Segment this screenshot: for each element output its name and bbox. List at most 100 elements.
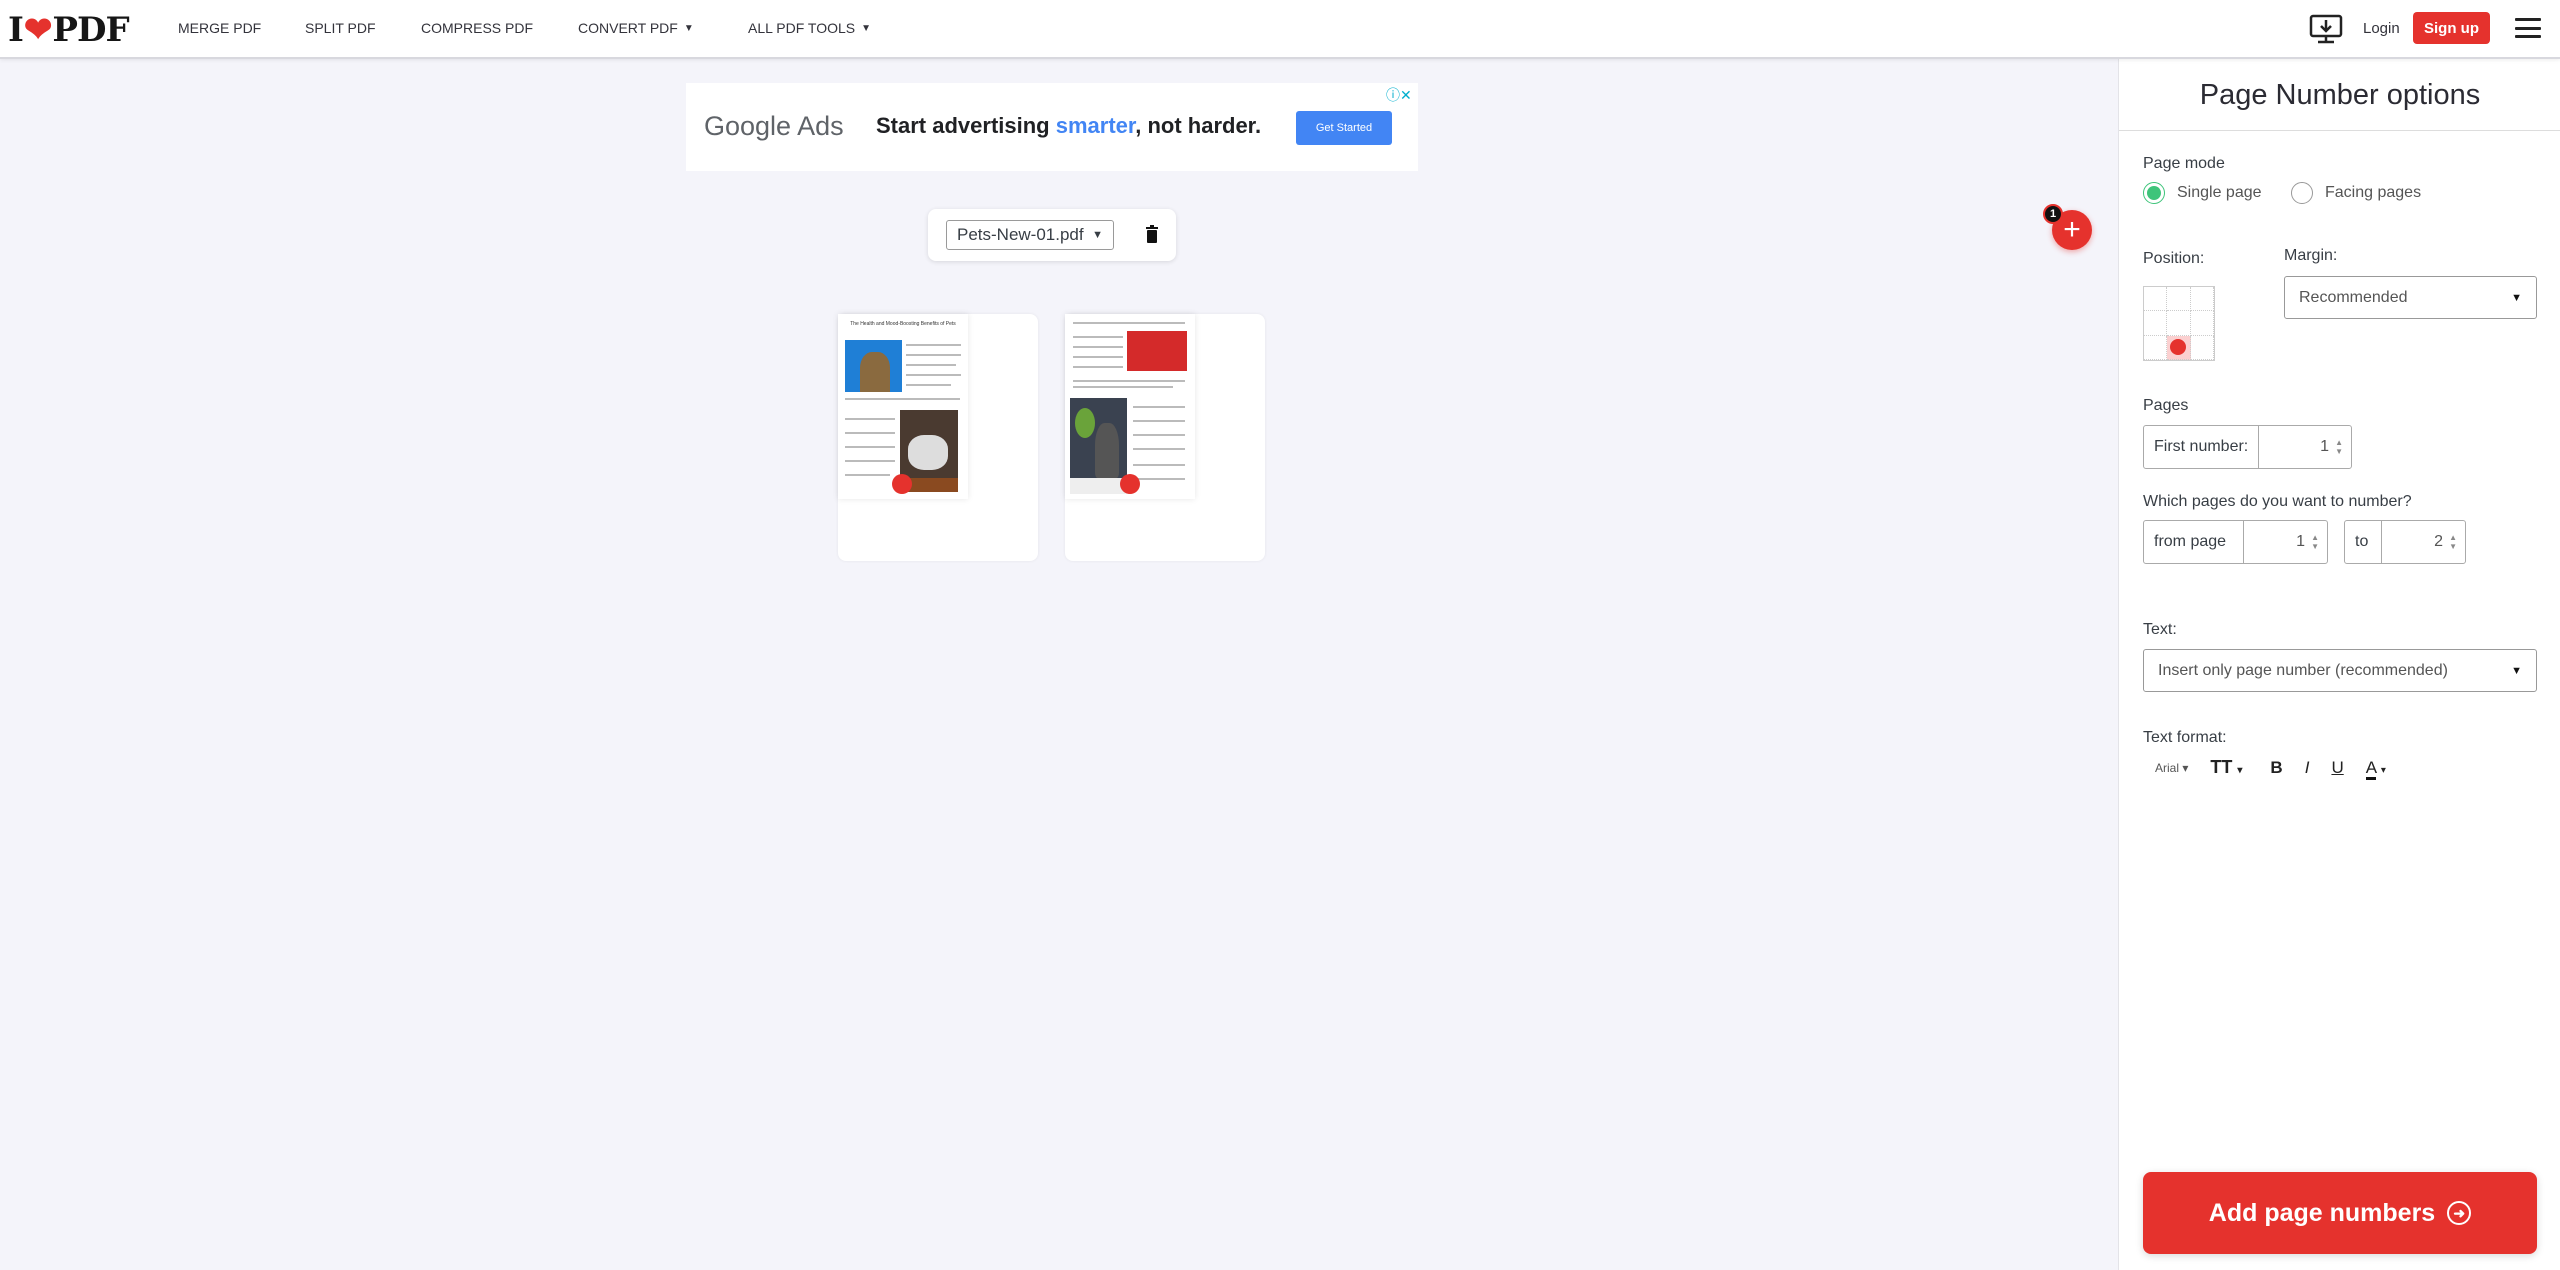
select-value: Recommended (2299, 288, 2408, 306)
font-family-dropdown[interactable]: Arial ▾ (2155, 761, 2188, 775)
position-bottom-left[interactable] (2144, 335, 2168, 360)
from-page-stepper[interactable]: from page 1 ▲ ▼ (2143, 520, 2328, 564)
nav-label: SPLIT PDF (305, 20, 376, 36)
position-top-right[interactable] (2190, 287, 2214, 312)
nav-label: MERGE PDF (178, 20, 262, 36)
nav-label: COMPRESS PDF (421, 20, 534, 36)
radio-checked-icon (2143, 182, 2165, 204)
text-format-label: Text format: (2143, 729, 2227, 746)
pages-label: Pages (2143, 397, 2189, 414)
text-mode-select[interactable]: Insert only page number (recommended) ▼ (2143, 649, 2537, 692)
page-thumbnail-1[interactable]: The Health and Mood-Boosting Benefits of… (838, 314, 1038, 561)
arrow-right-circle-icon: ➜ (2447, 1201, 2472, 1225)
stepper-value[interactable]: 2 (2434, 533, 2443, 551)
spinner-arrows-icon[interactable]: ▲ ▼ (2449, 533, 2457, 551)
trash-icon[interactable] (1146, 225, 1158, 243)
signup-button[interactable]: Sign up (2413, 12, 2490, 44)
margin-select[interactable]: Recommended ▼ (2284, 276, 2537, 319)
radio-unchecked-icon (2291, 182, 2313, 204)
ad-text: , not harder. (1135, 113, 1262, 138)
ad-info-close-icon[interactable]: ⓘ✕ (1386, 85, 1412, 105)
desktop-download-icon[interactable] (2309, 14, 2343, 44)
heart-icon: ❤ (23, 10, 52, 50)
login-link[interactable]: Login (2363, 20, 2400, 37)
position-bottom-right[interactable] (2190, 335, 2214, 360)
ad-get-started-button[interactable]: Get Started (1296, 111, 1392, 145)
italic-button[interactable]: I (2305, 758, 2310, 778)
margin-label: Margin: (2284, 247, 2338, 264)
page-preview: The Health and Mood-Boosting Benefits of… (838, 314, 968, 499)
hamburger-menu-icon[interactable] (2515, 18, 2541, 38)
stepper-value[interactable]: 1 (2296, 533, 2305, 551)
text-label: Text: (2143, 621, 2177, 638)
radio-label: Facing pages (2325, 184, 2422, 201)
file-select[interactable]: Pets-New-01.pdf ▼ (946, 220, 1114, 250)
page-preview (1065, 314, 1195, 499)
google-ads-logo: Google Ads (704, 111, 844, 141)
spinner-arrows-icon[interactable]: ▲ ▼ (2335, 438, 2343, 456)
cat-photo (845, 340, 902, 392)
first-number-stepper[interactable]: First number: 1 ▲ ▼ (2143, 425, 2352, 469)
ad-headline: Start advertising smarter, not harder. (876, 113, 1261, 139)
position-top-left[interactable] (2144, 287, 2168, 312)
ad-text-highlight: smarter (1055, 113, 1136, 138)
pets-photo (1127, 331, 1187, 371)
position-middle-left[interactable] (2144, 311, 2168, 336)
stepper-label: from page (2144, 521, 2244, 563)
page-number-marker (1120, 474, 1140, 494)
button-label: Add page numbers (2208, 1198, 2436, 1227)
position-middle-center[interactable] (2167, 311, 2191, 336)
nav-split-pdf[interactable]: SPLIT PDF (305, 20, 376, 36)
page-range-label: Which pages do you want to number? (2143, 493, 2412, 510)
ad-banner[interactable]: Google Ads Start advertising smarter, no… (686, 83, 1418, 171)
font-color-icon: A (2365, 757, 2377, 780)
font-size-dropdown[interactable]: TT ▾ (2210, 757, 2242, 778)
bold-button[interactable]: B (2270, 758, 2282, 778)
nav-all-pdf-tools[interactable]: ALL PDF TOOLS ▼ (748, 20, 871, 36)
caret-down-icon: ▼ (1092, 229, 1103, 241)
nav-convert-pdf[interactable]: CONVERT PDF ▼ (578, 20, 694, 36)
divider (2119, 130, 2560, 131)
top-navbar: I ❤ PDF MERGE PDF SPLIT PDF COMPRESS PDF… (0, 0, 2560, 59)
font-color-dropdown[interactable]: A ▾ (2365, 757, 2386, 780)
stepper-value[interactable]: 1 (2320, 438, 2329, 456)
text-size-icon: TT (2210, 757, 2233, 777)
file-select-value: Pets-New-01.pdf (957, 225, 1084, 244)
select-value: Insert only page number (recommended) (2158, 661, 2448, 679)
logo-text-i: I (8, 10, 24, 50)
radio-label: Single page (2177, 184, 2262, 201)
caret-down-icon: ▼ (683, 22, 694, 34)
stepper-label: to (2345, 521, 2382, 563)
font-name: Arial (2155, 760, 2180, 775)
radio-single-page[interactable]: Single page (2143, 182, 2262, 204)
spinner-arrows-icon[interactable]: ▲ ▼ (2311, 533, 2319, 551)
position-top-center[interactable] (2167, 287, 2191, 312)
ilovepdf-logo[interactable]: I ❤ PDF (8, 10, 130, 50)
text-format-toolbar: Arial ▾ TT ▾ B I U A ▾ (2155, 757, 2386, 780)
position-middle-right[interactable] (2190, 311, 2214, 336)
underline-button[interactable]: U (2331, 758, 2343, 778)
nav-compress-pdf[interactable]: COMPRESS PDF (421, 20, 533, 36)
to-page-stepper[interactable]: to 2 ▲ ▼ (2344, 520, 2466, 564)
ad-text: Start advertising (876, 113, 1056, 138)
nav-label: CONVERT PDF (578, 20, 678, 36)
nav-merge-pdf[interactable]: MERGE PDF (178, 20, 261, 36)
position-label: Position: (2143, 250, 2205, 267)
position-grid (2143, 286, 2215, 361)
page-number-marker (892, 474, 912, 494)
nav-label: ALL PDF TOOLS (748, 20, 856, 36)
stepper-label: First number: (2144, 426, 2260, 468)
page-mode-label: Page mode (2143, 155, 2225, 172)
page-thumbnail-2[interactable] (1065, 314, 1265, 561)
page-title-text: The Health and Mood-Boosting Benefits of… (850, 321, 956, 327)
file-toolbar: Pets-New-01.pdf ▼ (928, 209, 1176, 261)
radio-facing-pages[interactable]: Facing pages (2291, 182, 2421, 204)
caret-down-icon: ▼ (2511, 664, 2522, 677)
logo-text-pdf: PDF (52, 10, 129, 50)
position-bottom-center[interactable] (2167, 335, 2191, 360)
caret-down-icon: ▼ (861, 22, 872, 34)
caret-down-icon: ▼ (2511, 291, 2522, 304)
panel-title: Page Number options (2199, 79, 2481, 111)
add-page-numbers-button[interactable]: Add page numbers ➜ (2143, 1172, 2537, 1254)
options-sidebar: Page Number options Page mode Single pag… (2118, 59, 2560, 1270)
